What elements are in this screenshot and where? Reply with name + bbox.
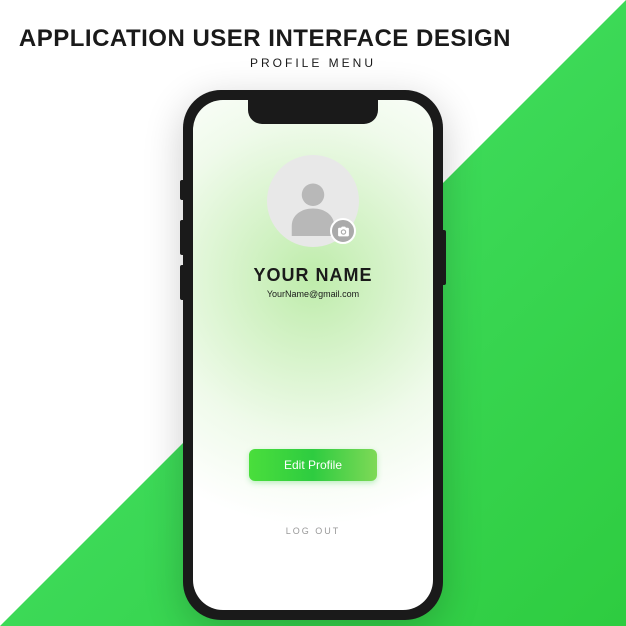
user-name: YOUR NAME [253, 265, 372, 286]
profile-screen-content: YOUR NAME YourName@gmail.com Edit Profil… [193, 100, 433, 610]
user-email: YourName@gmail.com [267, 289, 359, 299]
page-header: APPLICATION USER INTERFACE DESIGN PROFIL… [0, 0, 626, 70]
phone-screen: YOUR NAME YourName@gmail.com Edit Profil… [193, 100, 433, 610]
avatar-container[interactable] [267, 155, 359, 247]
phone-notch [248, 100, 378, 124]
phone-power-button [443, 230, 446, 285]
change-photo-button[interactable] [330, 218, 356, 244]
logout-link[interactable]: LOG OUT [286, 526, 341, 536]
phone-volume-down [180, 265, 183, 300]
phone-mockup: YOUR NAME YourName@gmail.com Edit Profil… [183, 90, 443, 620]
edit-profile-button[interactable]: Edit Profile [249, 449, 377, 481]
phone-silence-switch [180, 180, 183, 200]
page-title: APPLICATION USER INTERFACE DESIGN [0, 25, 511, 53]
page-subtitle: PROFILE MENU [0, 56, 511, 70]
phone-frame: YOUR NAME YourName@gmail.com Edit Profil… [183, 90, 443, 620]
camera-icon [337, 225, 350, 238]
phone-volume-up [180, 220, 183, 255]
